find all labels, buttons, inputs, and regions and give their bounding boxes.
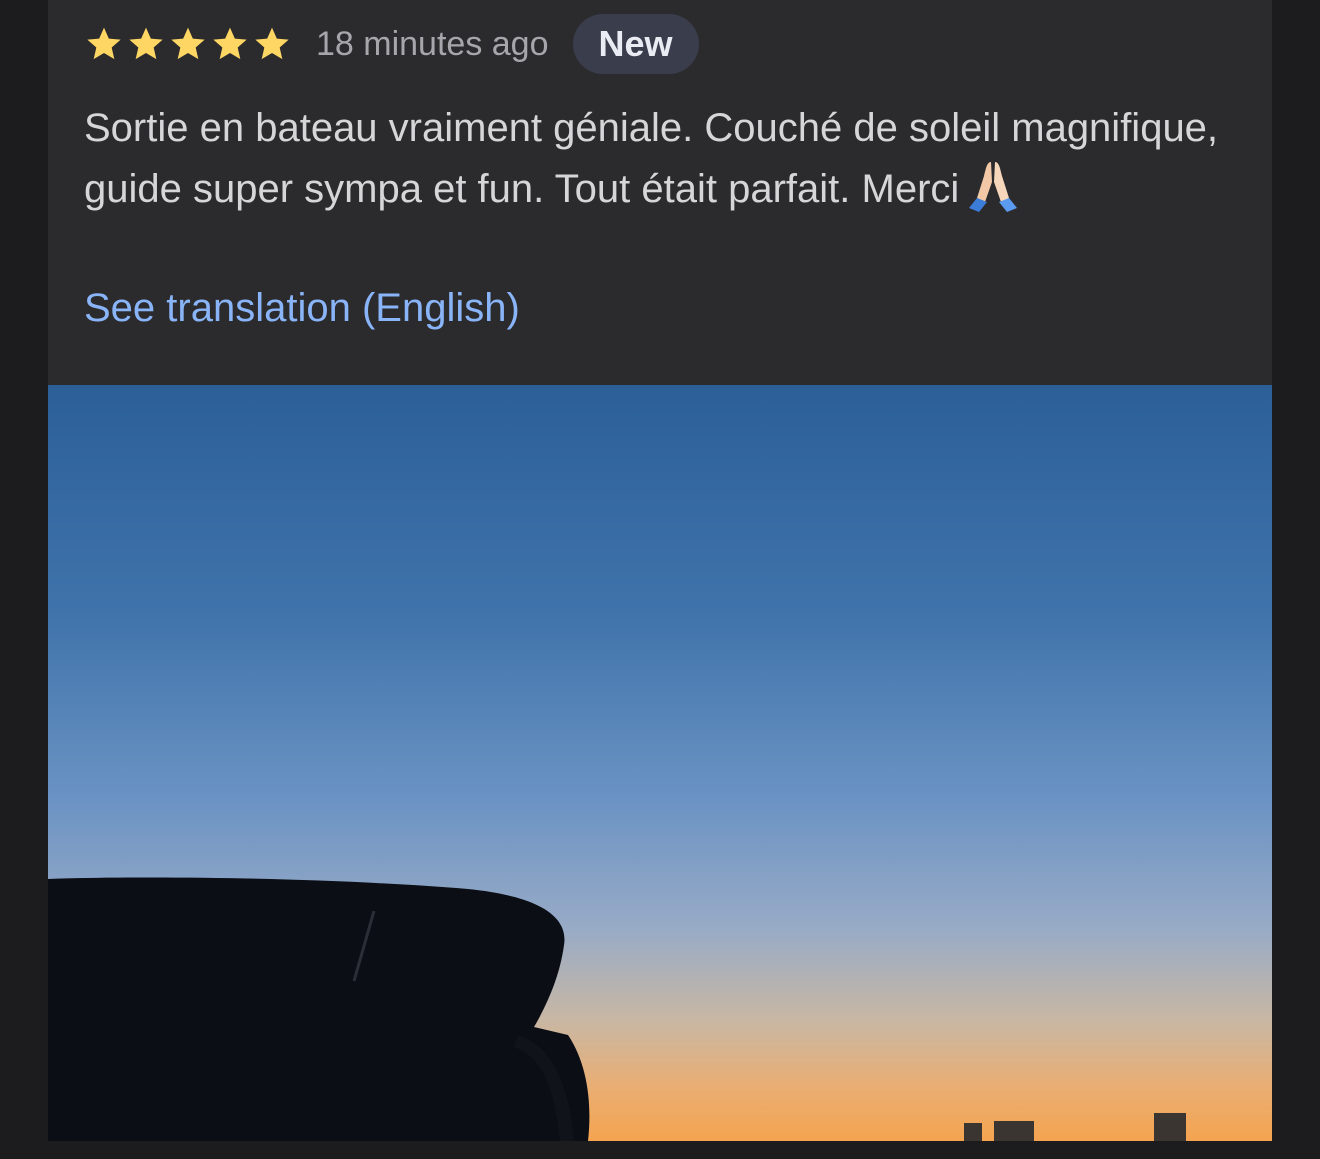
boat-silhouette [48, 877, 590, 1141]
star-icon [171, 27, 205, 60]
star-icon [255, 27, 289, 60]
review-photo[interactable] [48, 385, 1272, 1141]
review-meta-row: 18 minutes ago New [84, 14, 699, 74]
review-body: Sortie en bateau vraiment géniale. Couch… [84, 98, 1224, 219]
see-translation-link[interactable]: See translation (English) [84, 278, 520, 338]
star-icon [129, 27, 163, 60]
review-card: 18 minutes ago New Sortie en bateau vrai… [48, 0, 1272, 385]
new-badge: New [572, 14, 699, 74]
review-text: Sortie en bateau vraiment géniale. Couch… [84, 106, 1219, 211]
star-rating [84, 24, 292, 64]
star-icon [213, 27, 247, 60]
folded-hands-icon [969, 162, 1018, 212]
star-icon [87, 27, 121, 60]
review-time: 18 minutes ago [316, 25, 549, 63]
